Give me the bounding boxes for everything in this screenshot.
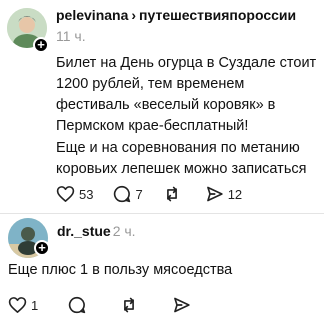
like-button[interactable]: 1 [8,296,38,314]
comment-button[interactable] [68,296,90,314]
repost-button[interactable] [163,185,185,203]
repost-button[interactable] [120,296,142,314]
heart-outline-icon [8,297,27,313]
reply-header: dr._stue 2 ч. [57,223,136,239]
reply-text: Еще плюс 1 в пользу мясоедства [8,262,233,278]
paper-plane-icon [174,297,190,313]
reply-actions: 1 [8,294,215,316]
heart-outline-icon [56,186,75,202]
speech-bubble-icon [114,185,131,203]
post-text-second: Еще и на соревнования по метанию коровьи… [56,140,307,177]
post-header: pelevinana › путешествияпороссии [56,7,296,23]
comment-count: 7 [135,186,143,202]
share-button[interactable]: 12 [205,185,242,203]
follow-plus-icon[interactable]: + [33,37,49,53]
reply-post: + dr._stue 2 ч. Еще плюс 1 в пользу мясое… [0,214,324,333]
username[interactable]: dr._stue [57,223,111,239]
share-button[interactable] [172,296,195,314]
chevron-right-icon: › [131,7,137,23]
speech-bubble-icon [69,296,86,314]
post-text: Билет на День огурца в Суздале стоит 120… [56,55,317,134]
comment-button[interactable]: 7 [113,185,143,203]
repost-arrows-icon [124,297,135,313]
like-button[interactable]: 53 [56,185,93,203]
paper-plane-icon [206,186,223,202]
follow-plus-icon[interactable]: + [34,240,50,256]
like-count: 1 [31,297,39,313]
reply-timestamp: 2 ч. [112,223,136,239]
share-count: 12 [227,186,243,202]
thread-post: + pelevinana › путешествияпороссии 11 ч. Б… [0,0,324,212]
username[interactable]: pelevinana [56,7,128,23]
post-actions: 53 7 12 [56,183,262,205]
like-count: 53 [79,186,94,202]
post-timestamp: 11 ч. [56,28,86,44]
repost-arrows-icon [166,186,177,202]
topic-tag[interactable]: путешествияпороссии [139,7,296,23]
